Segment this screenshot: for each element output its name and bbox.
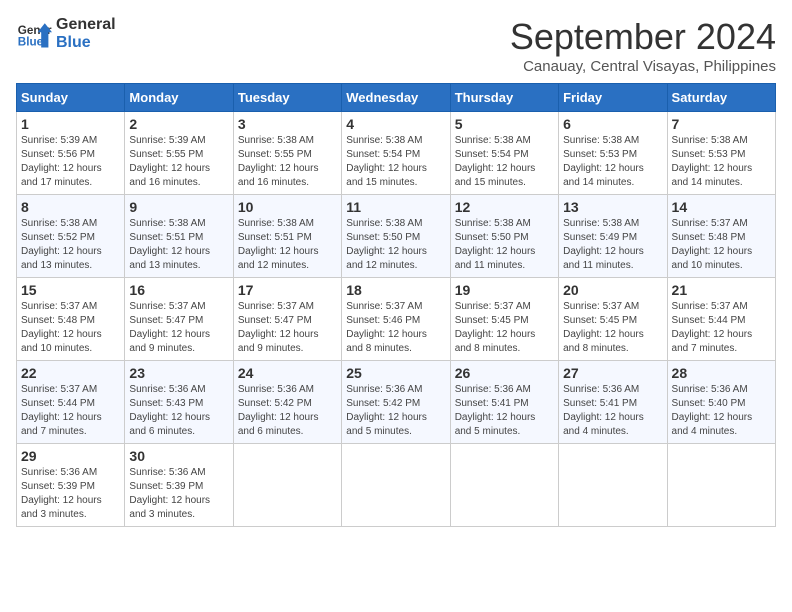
- col-monday: Monday: [125, 84, 233, 112]
- day-10: 10 Sunrise: 5:38 AMSunset: 5:51 PMDaylig…: [233, 195, 341, 278]
- logo: General Blue General Blue: [16, 16, 116, 52]
- day-9: 9 Sunrise: 5:38 AMSunset: 5:51 PMDayligh…: [125, 195, 233, 278]
- col-friday: Friday: [559, 84, 667, 112]
- day-18: 18 Sunrise: 5:37 AMSunset: 5:46 PMDaylig…: [342, 278, 450, 361]
- month-title: September 2024: [510, 16, 776, 58]
- empty-cell-3: [450, 444, 558, 527]
- week-4: 22 Sunrise: 5:37 AMSunset: 5:44 PMDaylig…: [17, 361, 776, 444]
- day-8: 8 Sunrise: 5:38 AMSunset: 5:52 PMDayligh…: [17, 195, 125, 278]
- day-22: 22 Sunrise: 5:37 AMSunset: 5:44 PMDaylig…: [17, 361, 125, 444]
- day-16: 16 Sunrise: 5:37 AMSunset: 5:47 PMDaylig…: [125, 278, 233, 361]
- logo-line2: Blue: [56, 34, 116, 52]
- day-24: 24 Sunrise: 5:36 AMSunset: 5:42 PMDaylig…: [233, 361, 341, 444]
- day-27: 27 Sunrise: 5:36 AMSunset: 5:41 PMDaylig…: [559, 361, 667, 444]
- day-23: 23 Sunrise: 5:36 AMSunset: 5:43 PMDaylig…: [125, 361, 233, 444]
- day-14: 14 Sunrise: 5:37 AMSunset: 5:48 PMDaylig…: [667, 195, 775, 278]
- day-11: 11 Sunrise: 5:38 AMSunset: 5:50 PMDaylig…: [342, 195, 450, 278]
- day-30: 30 Sunrise: 5:36 AMSunset: 5:39 PMDaylig…: [125, 444, 233, 527]
- day-26: 26 Sunrise: 5:36 AMSunset: 5:41 PMDaylig…: [450, 361, 558, 444]
- logo-icon: General Blue: [16, 16, 52, 52]
- title-area: September 2024 Canauay, Central Visayas,…: [510, 16, 776, 75]
- day-19: 19 Sunrise: 5:37 AMSunset: 5:45 PMDaylig…: [450, 278, 558, 361]
- day-6: 6 Sunrise: 5:38 AMSunset: 5:53 PMDayligh…: [559, 112, 667, 195]
- col-thursday: Thursday: [450, 84, 558, 112]
- day-29: 29 Sunrise: 5:36 AMSunset: 5:39 PMDaylig…: [17, 444, 125, 527]
- page-header: General Blue General Blue September 2024…: [16, 16, 776, 75]
- empty-cell-1: [233, 444, 341, 527]
- day-25: 25 Sunrise: 5:36 AMSunset: 5:42 PMDaylig…: [342, 361, 450, 444]
- day-12: 12 Sunrise: 5:38 AMSunset: 5:50 PMDaylig…: [450, 195, 558, 278]
- location-subtitle: Canauay, Central Visayas, Philippines: [510, 58, 776, 75]
- col-wednesday: Wednesday: [342, 84, 450, 112]
- day-5: 5 Sunrise: 5:38 AMSunset: 5:54 PMDayligh…: [450, 112, 558, 195]
- logo-line1: General: [56, 16, 116, 34]
- empty-cell-4: [559, 444, 667, 527]
- day-2: 2 Sunrise: 5:39 AMSunset: 5:55 PMDayligh…: [125, 112, 233, 195]
- col-saturday: Saturday: [667, 84, 775, 112]
- day-21: 21 Sunrise: 5:37 AMSunset: 5:44 PMDaylig…: [667, 278, 775, 361]
- day-28: 28 Sunrise: 5:36 AMSunset: 5:40 PMDaylig…: [667, 361, 775, 444]
- svg-text:Blue: Blue: [18, 36, 44, 49]
- day-3: 3 Sunrise: 5:38 AMSunset: 5:55 PMDayligh…: [233, 112, 341, 195]
- day-4: 4 Sunrise: 5:38 AMSunset: 5:54 PMDayligh…: [342, 112, 450, 195]
- empty-cell-2: [342, 444, 450, 527]
- calendar-table: Sunday Monday Tuesday Wednesday Thursday…: [16, 83, 776, 527]
- week-5: 29 Sunrise: 5:36 AMSunset: 5:39 PMDaylig…: [17, 444, 776, 527]
- empty-cell-5: [667, 444, 775, 527]
- day-15: 15 Sunrise: 5:37 AMSunset: 5:48 PMDaylig…: [17, 278, 125, 361]
- week-3: 15 Sunrise: 5:37 AMSunset: 5:48 PMDaylig…: [17, 278, 776, 361]
- week-1: 1 Sunrise: 5:39 AMSunset: 5:56 PMDayligh…: [17, 112, 776, 195]
- day-13: 13 Sunrise: 5:38 AMSunset: 5:49 PMDaylig…: [559, 195, 667, 278]
- day-1: 1 Sunrise: 5:39 AMSunset: 5:56 PMDayligh…: [17, 112, 125, 195]
- calendar-header-row: Sunday Monday Tuesday Wednesday Thursday…: [17, 84, 776, 112]
- col-sunday: Sunday: [17, 84, 125, 112]
- col-tuesday: Tuesday: [233, 84, 341, 112]
- day-20: 20 Sunrise: 5:37 AMSunset: 5:45 PMDaylig…: [559, 278, 667, 361]
- day-17: 17 Sunrise: 5:37 AMSunset: 5:47 PMDaylig…: [233, 278, 341, 361]
- week-2: 8 Sunrise: 5:38 AMSunset: 5:52 PMDayligh…: [17, 195, 776, 278]
- day-7: 7 Sunrise: 5:38 AMSunset: 5:53 PMDayligh…: [667, 112, 775, 195]
